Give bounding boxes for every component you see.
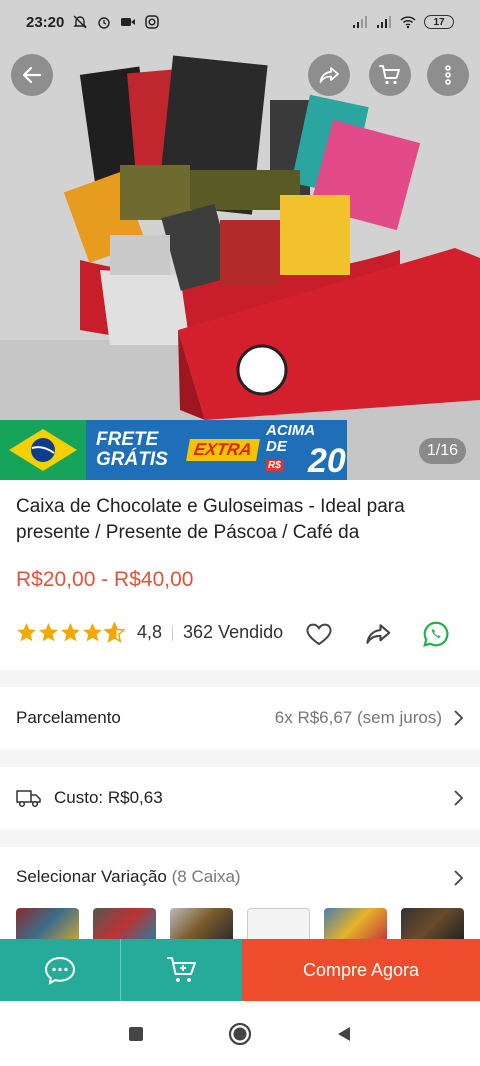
banner-currency: R$ [266,460,283,471]
shopping-cart-icon [379,65,400,85]
share-arrow-icon [319,67,339,83]
share-arrow-icon [366,624,391,644]
variation-label: Selecionar Variação [16,867,167,886]
shipping-cost: Custo: R$0,63 [54,788,163,807]
variation-thumb[interactable] [170,908,233,940]
banner-line2: GRÁTIS [96,449,168,470]
variation-thumbnails [16,908,464,940]
triangle-back-icon [338,1026,350,1041]
banner-text-area: FRETE GRÁTIS EXTRA ACIMA DE R$ 20 [86,420,347,480]
product-image-gallery[interactable]: FRETE GRÁTIS EXTRA ACIMA DE R$ 20 1/16 [0,0,480,480]
chevron-right-icon [454,790,464,806]
wifi-icon [400,14,416,30]
add-to-cart-button[interactable] [121,939,242,1001]
divider [172,624,174,641]
system-nav-bar [0,1001,480,1066]
brazil-flag-icon [0,420,86,480]
action-group [0,939,242,1001]
product-info: Caixa de Chocolate e Guloseimas - Ideal … [0,480,480,670]
back-button[interactable] [11,54,53,96]
banner-threshold: ACIMA DE R$ 20 [266,422,346,479]
square-icon [129,1026,143,1041]
add-cart-icon [166,957,196,982]
price-range: R$20,00 - R$40,00 [16,568,194,591]
star-icon [17,623,36,642]
video-icon [120,14,136,30]
status-time: 23:20 [26,13,65,31]
heart-icon [306,623,332,646]
whatsapp-icon [423,621,449,647]
bell-off-icon [72,14,88,30]
back-nav-button[interactable] [332,1022,356,1046]
share-product-button[interactable] [362,618,394,650]
whatsapp-share-button[interactable] [420,618,452,650]
battery-indicator: 17 [424,15,454,29]
banner-acima: ACIMA [266,422,316,439]
variation-count: (8 Caixa) [171,867,241,886]
arrow-left-icon [22,66,42,84]
cart-button[interactable] [369,54,411,96]
installments-row[interactable]: Parcelamento 6x R$6,67 (sem juros) [0,687,480,749]
banner-frete-text: FRETE GRÁTIS [96,430,182,470]
signal-2-icon [376,14,392,30]
banner-line1: FRETE [96,429,159,450]
signal-icon [352,14,368,30]
recents-button[interactable] [124,1022,148,1046]
status-bar: 23:20 17 [0,0,480,44]
sold-count: 362 Vendido [183,622,284,642]
more-options-button[interactable] [427,54,469,96]
variation-thumb[interactable] [324,908,387,940]
instagram-icon [144,14,160,30]
product-page: FRETE GRÁTIS EXTRA ACIMA DE R$ 20 1/16 2… [0,0,480,1066]
chat-button[interactable] [0,939,121,1001]
installments-value: 6x R$6,67 (sem juros) [274,708,442,727]
favorite-button[interactable] [303,618,335,650]
free-shipping-banner: FRETE GRÁTIS EXTRA ACIMA DE R$ 20 [0,420,347,480]
installments-label: Parcelamento [16,708,121,727]
banner-extra-badge: EXTRA [186,439,260,461]
truck-icon [16,790,41,808]
star-icon [39,623,58,642]
rating-value: 4,8 [137,622,163,642]
image-counter: 1/16 [418,438,466,464]
variation-thumb[interactable] [16,908,79,940]
variation-thumb[interactable] [93,908,156,940]
chevron-right-icon [454,710,464,726]
circle-icon [228,1022,252,1045]
rating-row: 4,8 362 Vendido [16,621,466,647]
variation-thumb[interactable] [401,908,464,940]
variation-row[interactable]: Selecionar Variação (8 Caixa) [0,847,480,940]
shipping-row[interactable]: Custo: R$0,63 [0,767,480,829]
rating-stars [16,622,125,643]
product-title: Caixa de Chocolate e Guloseimas - Ideal … [16,496,405,543]
variation-thumb[interactable] [247,908,310,940]
share-button[interactable] [308,54,350,96]
banner-amount: 20 [308,442,346,480]
star-half-icon [104,622,125,643]
star-icon [61,623,80,642]
home-button[interactable] [228,1022,252,1046]
buy-now-button[interactable]: Compre Agora [242,939,480,1001]
more-vertical-icon [445,65,451,85]
chevron-right-icon [454,870,464,886]
bottom-action-bar: Compre Agora [0,939,480,1001]
star-icon [83,623,102,642]
chat-bubble-icon [44,956,76,985]
alarm-icon [96,14,112,30]
